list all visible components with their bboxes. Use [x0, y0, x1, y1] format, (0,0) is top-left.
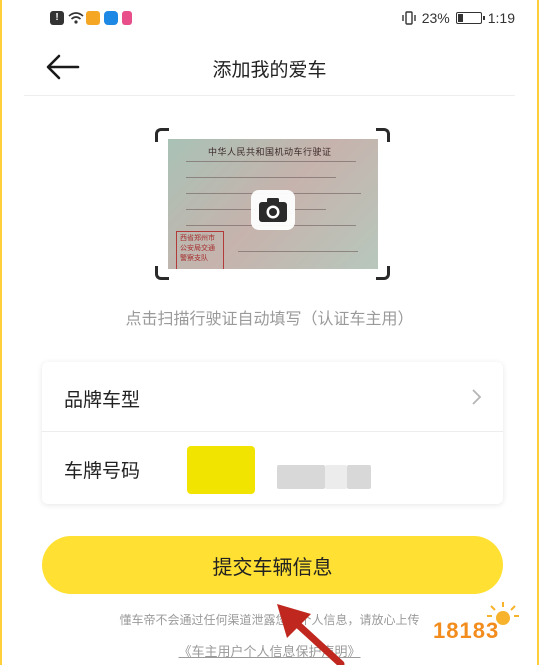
chevron-right-icon — [472, 389, 482, 405]
submit-vehicle-button[interactable]: 提交车辆信息 — [42, 536, 503, 594]
status-notification-icons: ! — [50, 11, 132, 25]
status-bar: ! 23% 1:19 — [2, 0, 537, 38]
plate-number-blurred — [277, 465, 325, 489]
frame-corner — [376, 128, 390, 142]
nav-bar: 添加我的爱车 — [24, 38, 515, 96]
phone-screen: ! 23% 1:19 添加我的爱车 中华人民共和国机动车行驶证 西省郑州市公安局… — [0, 0, 539, 665]
license-line — [238, 251, 358, 252]
plate-number-row[interactable]: 车牌号码 — [42, 433, 503, 503]
brand-model-row[interactable]: 品牌车型 — [42, 362, 503, 432]
browser-app-icon — [104, 11, 118, 25]
vehicle-form: 品牌车型 车牌号码 — [42, 362, 503, 504]
license-title: 中华人民共和国机动车行驶证 — [208, 147, 332, 157]
clock: 1:19 — [487, 10, 515, 26]
license-stamp: 西省郑州市公安局交通警察支队 — [176, 231, 224, 269]
alert-icon: ! — [50, 11, 64, 25]
battery-percent: 23% — [421, 10, 450, 26]
weibo-app-icon — [86, 11, 100, 25]
plate-number-blurred — [325, 465, 347, 489]
battery-icon — [455, 12, 485, 24]
site-watermark: 18183 — [431, 596, 531, 660]
watermark-text: 18183 — [433, 618, 500, 643]
wifi-icon — [68, 11, 84, 25]
brand-model-label: 品牌车型 — [64, 390, 141, 411]
battery-fill — [457, 14, 463, 22]
plate-province-badge[interactable] — [187, 446, 255, 494]
license-scan-area[interactable]: 中华人民共和国机动车行驶证 西省郑州市公安局交通警察支队 — [155, 128, 390, 280]
frame-corner — [376, 266, 390, 280]
status-system: 23% 1:19 — [402, 10, 515, 26]
plate-number-blurred — [347, 465, 371, 489]
plate-number-label: 车牌号码 — [64, 461, 141, 482]
vibrate-icon — [402, 11, 416, 25]
license-line — [186, 177, 336, 178]
page-title: 添加我的爱车 — [212, 60, 327, 81]
license-line — [186, 161, 356, 162]
frame-corner — [155, 266, 169, 280]
frame-corner — [155, 128, 169, 142]
camera-icon[interactable] — [251, 190, 295, 230]
scan-hint: 点击扫描行驶证自动填写（认证车主用） — [125, 311, 414, 328]
app-icon — [122, 11, 132, 25]
